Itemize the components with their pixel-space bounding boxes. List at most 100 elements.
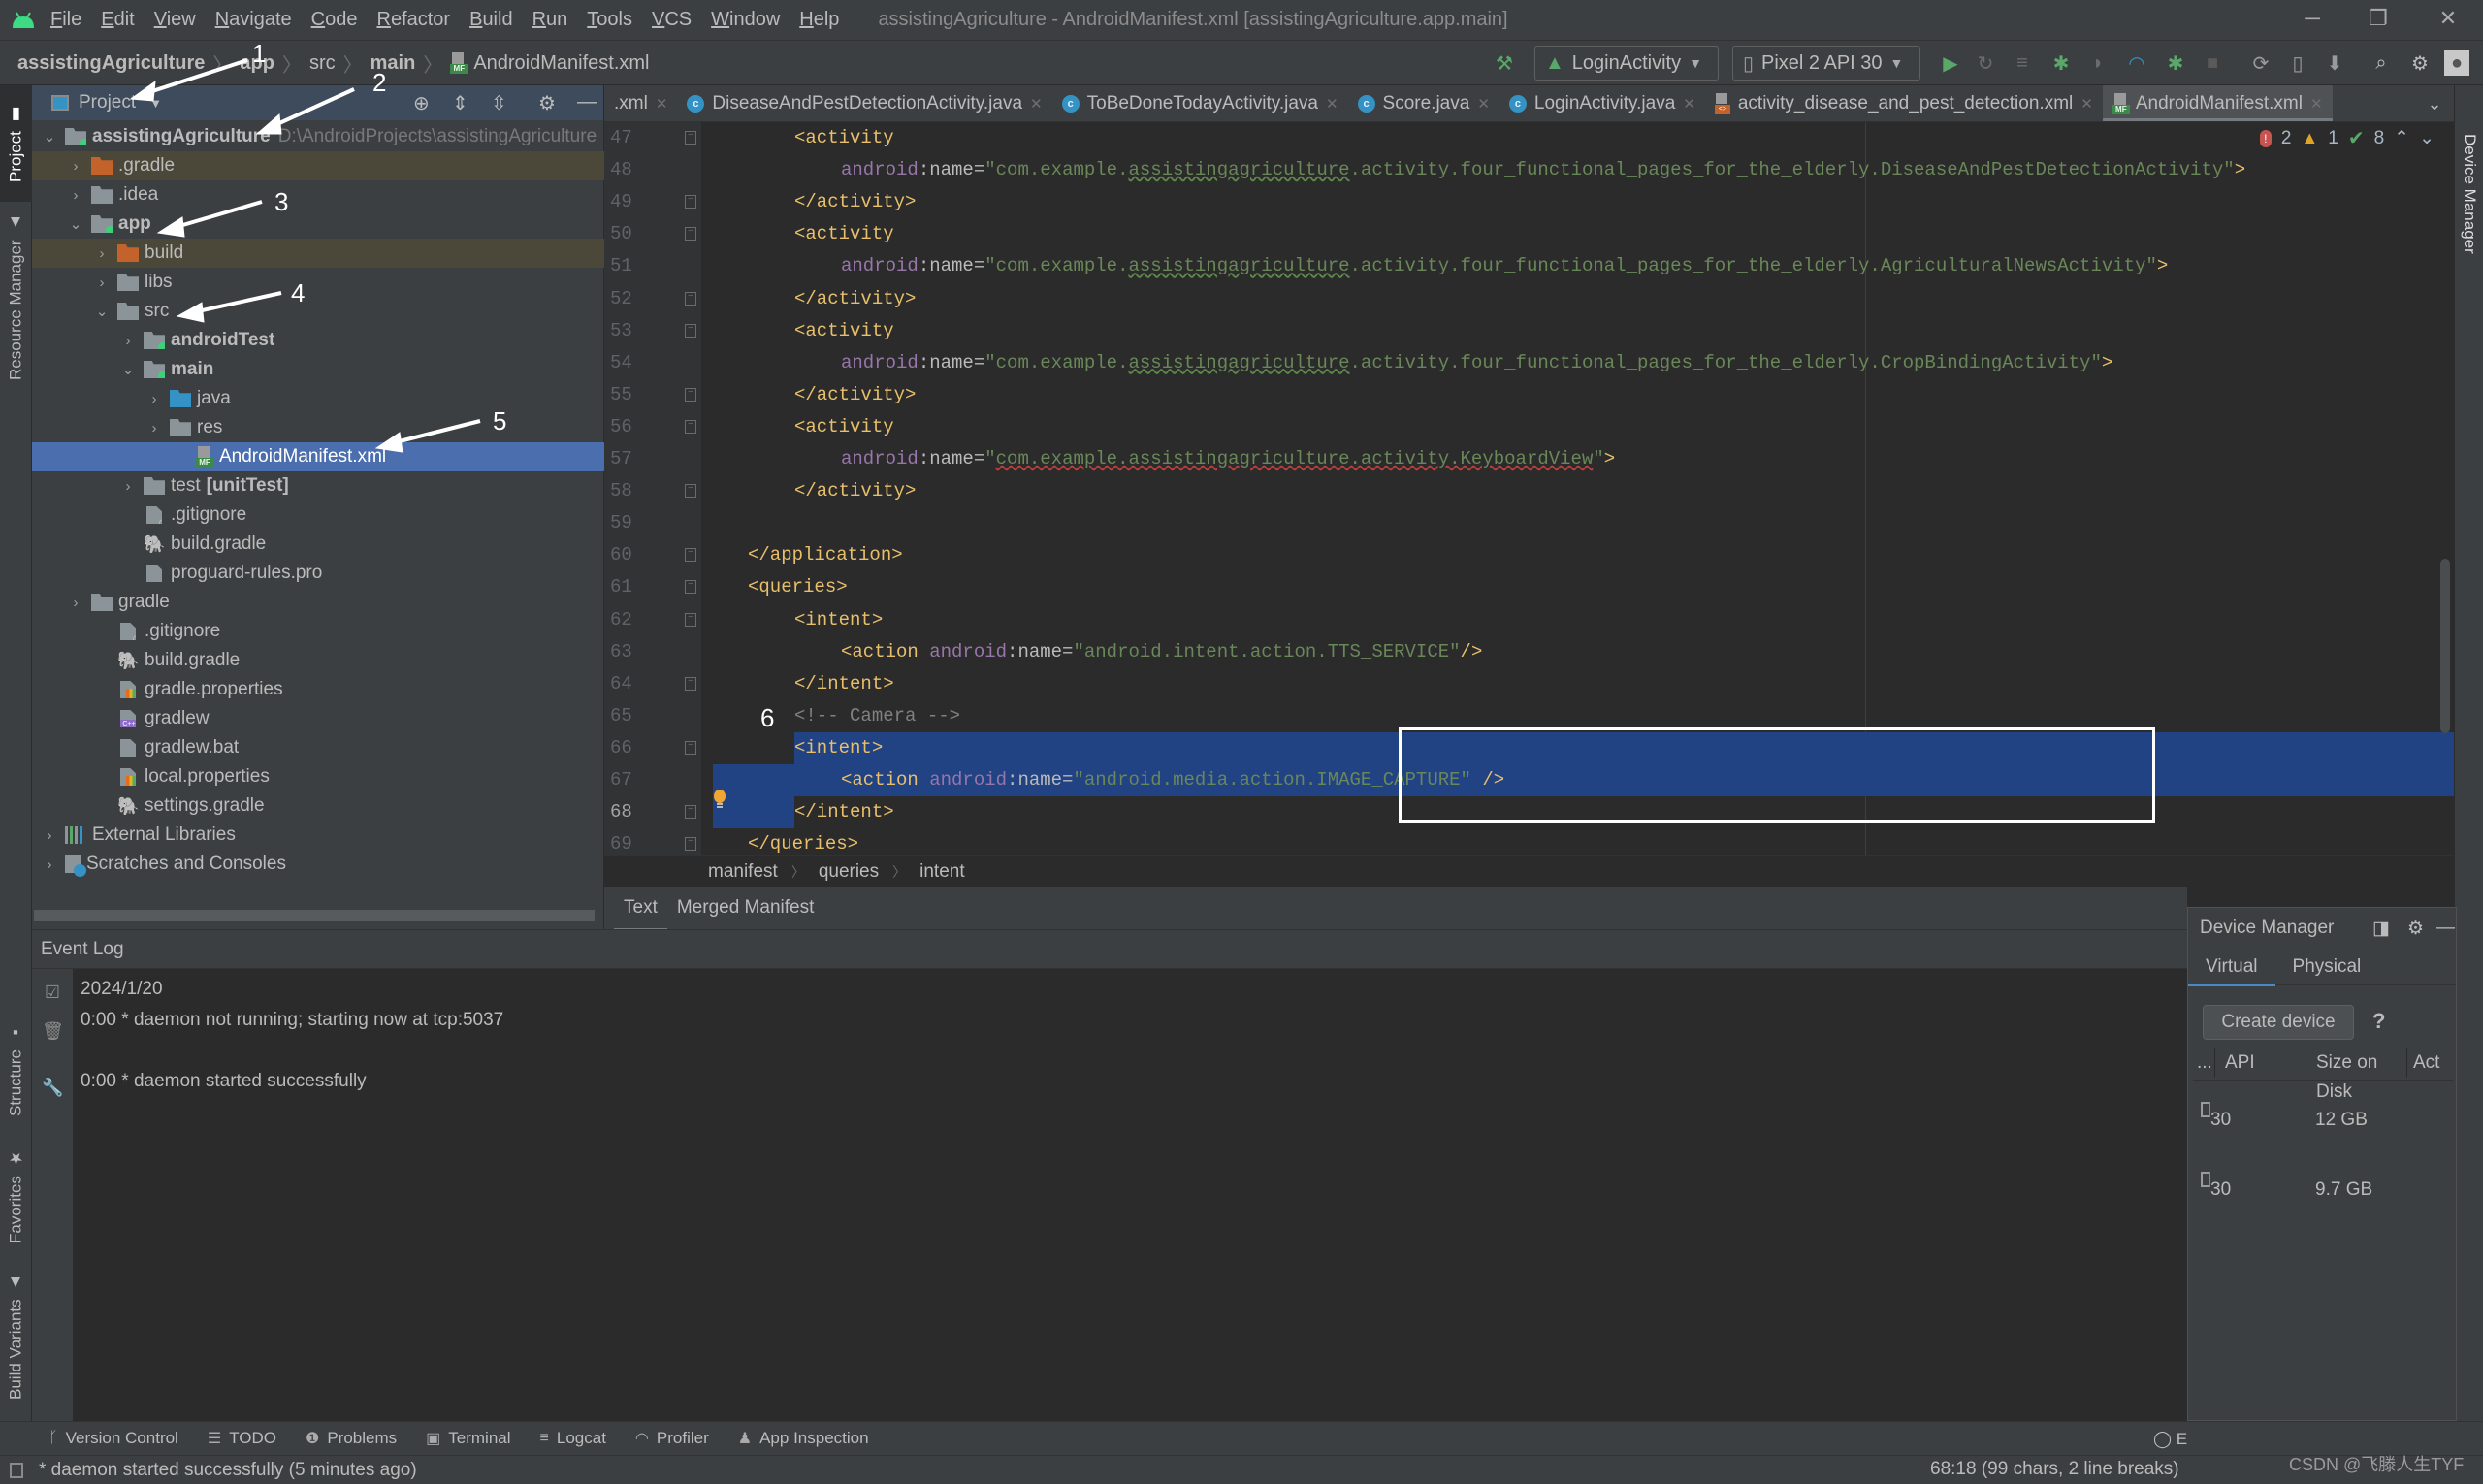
tab-list-menu-icon[interactable]: ⌄ (2415, 85, 2454, 121)
tree-item[interactable]: › res (32, 413, 604, 442)
chevron-down-icon[interactable]: ⌄ (40, 128, 59, 145)
chevron-right-icon[interactable]: › (118, 333, 138, 349)
chevron-right-icon[interactable]: › (66, 187, 85, 204)
code-line[interactable]: 63 <action android:name="android.intent.a… (604, 636, 2454, 668)
tab-virtual[interactable]: Virtual (2188, 949, 2275, 986)
tool-tab-project[interactable]: Project ▮ (0, 85, 32, 202)
tree-item[interactable]: ⌄ main (32, 355, 604, 384)
fold-open-icon[interactable]: − (685, 612, 696, 627)
profile-icon[interactable]: ◠ (2124, 50, 2149, 76)
fold-open-icon[interactable]: − (685, 419, 696, 434)
code-line[interactable]: 55 − </activity> (604, 379, 2454, 411)
fold-close-icon[interactable]: − (685, 837, 696, 852)
rerun-icon[interactable]: ↻ (1973, 50, 1998, 76)
close-window-button[interactable]: ✕ (2429, 6, 2467, 31)
code-line[interactable]: 58 − </activity> (604, 475, 2454, 507)
code-line[interactable]: 48 android:name="com.example.assistingagr… (604, 154, 2454, 186)
wrench-icon[interactable]: 🔧 (42, 1078, 63, 1099)
gear-icon[interactable]: ⚙ (538, 91, 556, 115)
tree-item[interactable]: › .idea (32, 180, 604, 210)
tree-item[interactable]: local.properties (32, 762, 604, 791)
coverage-icon[interactable]: ◗ (2085, 50, 2111, 76)
previous-problem-icon[interactable]: ⌃ (2394, 127, 2409, 149)
close-tab-icon[interactable]: ✕ (1030, 95, 1043, 113)
close-tab-icon[interactable]: ✕ (2310, 95, 2323, 113)
code-line[interactable]: 64 − </intent> (604, 668, 2454, 700)
code-line[interactable]: 49 − </activity> (604, 186, 2454, 218)
fold-close-icon[interactable]: − (685, 805, 696, 820)
trash-icon[interactable]: 🗑 (42, 1021, 64, 1043)
tree-item[interactable]: ⌄ assistingAgriculture D:\AndroidProjects\… (32, 122, 604, 151)
run-icon[interactable]: ▶ (1938, 50, 1963, 76)
menu-view[interactable]: View (154, 9, 196, 31)
sdk-manager-icon[interactable]: ⬇ (2322, 50, 2347, 76)
tool-tab-favorites[interactable]: Favorites ★ (0, 1143, 32, 1249)
create-device-button[interactable]: Create device (2203, 1005, 2354, 1040)
locate-file-icon[interactable]: ⊕ (413, 91, 430, 115)
tool-tab-logcat[interactable]: ≡ Logcat (540, 1429, 606, 1448)
tab-physical[interactable]: Physical (2275, 949, 2379, 985)
fold-close-icon[interactable]: − (685, 676, 696, 691)
lightbulb-icon[interactable] (713, 790, 726, 809)
account-icon[interactable]: ● (2444, 50, 2469, 76)
close-tab-icon[interactable]: ✕ (1477, 95, 1490, 113)
column-size-on-disk[interactable]: Size on Disk (2306, 1048, 2406, 1102)
breadcrumb-src[interactable]: src (309, 52, 336, 75)
column-actions[interactable]: Act (2406, 1048, 2453, 1078)
run-configuration-dropdown[interactable]: ▲ LoginActivity ▼ (1534, 46, 1719, 81)
tree-item[interactable]: › Scratches and Consoles (32, 850, 604, 879)
tool-tab-profiler[interactable]: ◠ Profiler (635, 1429, 709, 1448)
tree-item[interactable]: › test [unitTest] (32, 471, 604, 500)
menu-vcs[interactable]: VCS (652, 9, 692, 31)
tree-item[interactable]: AndroidManifest.xml (32, 442, 604, 471)
help-icon[interactable]: ? (2372, 1009, 2385, 1034)
menu-code[interactable]: Code (311, 9, 358, 31)
fold-close-icon[interactable]: − (685, 291, 696, 306)
close-tab-icon[interactable]: ✕ (1326, 95, 1338, 113)
fold-open-icon[interactable]: − (685, 323, 696, 338)
tree-item[interactable]: 🐘 build.gradle (32, 530, 604, 559)
device-manager-icon[interactable]: ▯ (2285, 50, 2310, 76)
code-line[interactable]: 57 android:name="com.example.assistingagr… (604, 443, 2454, 475)
menu-edit[interactable]: Edit (101, 9, 134, 31)
inspection-widget[interactable]: ! 2 ▲ 1 ✔ 8 ⌃ ⌄ (2259, 126, 2435, 150)
tool-tab-device-manager[interactable]: Device Manager (2455, 95, 2483, 308)
editor-tab[interactable]: activity_disease_and_pest_detection.xml ✕ (1705, 85, 2103, 121)
mark-all-read-icon[interactable]: ☑ (42, 983, 63, 1004)
tool-tab-event-log[interactable]: ◯ E (2153, 1422, 2187, 1456)
restore-button[interactable]: ❐ (2359, 6, 2398, 31)
column-type[interactable]: ... (2193, 1048, 2214, 1078)
chevron-down-icon[interactable]: ▼ (149, 96, 162, 111)
editor-tab[interactable]: AndroidManifest.xml ✕ (2102, 85, 2333, 121)
tree-item[interactable]: gradle.properties (32, 675, 604, 704)
attach-debugger-icon[interactable]: ✱ (2163, 50, 2188, 76)
code-line[interactable]: 61 − <queries> (604, 571, 2454, 603)
code-line[interactable]: 69 − </queries> (604, 828, 2454, 855)
tree-item[interactable]: › .gradle (32, 151, 604, 180)
code-line[interactable]: 51 android:name="com.example.assistingagr… (604, 250, 2454, 282)
tree-item[interactable]: .gitignore (32, 500, 604, 530)
chevron-right-icon[interactable]: › (92, 245, 112, 262)
vertical-scrollbar[interactable] (2440, 559, 2450, 733)
code-line[interactable]: 53 − <activity (604, 315, 2454, 347)
chevron-down-icon[interactable]: ⌄ (66, 215, 85, 233)
tree-item[interactable]: 🐘 build.gradle (32, 646, 604, 675)
fold-close-icon[interactable]: − (685, 548, 696, 563)
apply-changes-icon[interactable]: ≡ (2010, 50, 2035, 76)
menu-help[interactable]: Help (799, 9, 839, 31)
tree-item[interactable]: › build (32, 239, 604, 268)
fold-open-icon[interactable]: − (685, 580, 696, 595)
fold-open-icon[interactable]: − (685, 131, 696, 145)
editor-tab[interactable]: c DiseaseAndPestDetectionActivity.java ✕ (677, 85, 1051, 121)
tree-item[interactable]: 🐘 settings.gradle (32, 791, 604, 821)
next-problem-icon[interactable]: ⌄ (2419, 127, 2435, 149)
toggle-tool-windows-icon[interactable] (10, 1462, 23, 1478)
fold-open-icon[interactable]: − (685, 227, 696, 242)
status-message[interactable]: * daemon started successfully (5 minutes… (39, 1460, 417, 1481)
chevron-right-icon[interactable]: › (40, 827, 59, 844)
debug-icon[interactable]: ✱ (2048, 50, 2074, 76)
caret-position[interactable]: 68:18 (99 chars, 2 line breaks) (1930, 1459, 2179, 1480)
horizontal-scrollbar[interactable] (34, 910, 595, 921)
tree-item[interactable]: ⌄ app (32, 210, 604, 239)
tree-item[interactable]: proguard-rules.pro (32, 559, 604, 588)
